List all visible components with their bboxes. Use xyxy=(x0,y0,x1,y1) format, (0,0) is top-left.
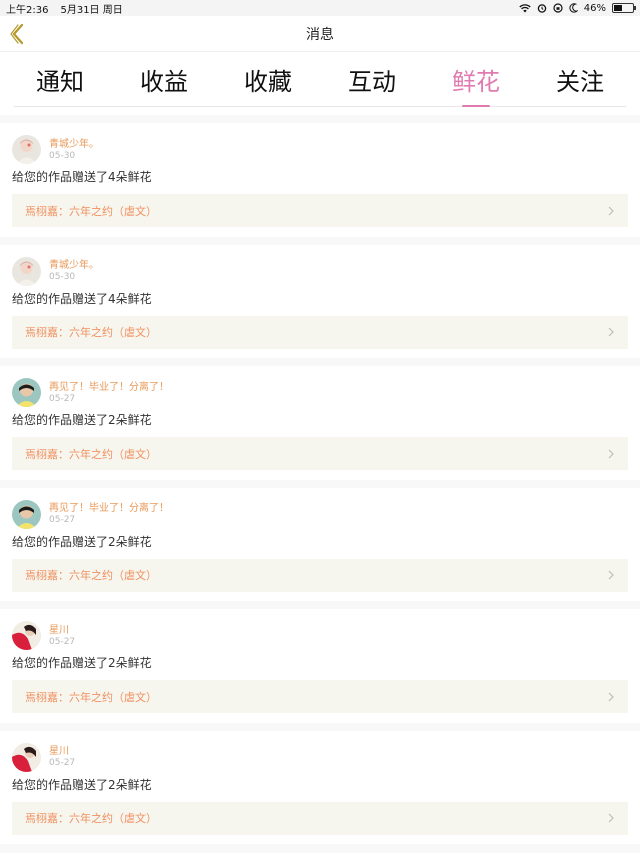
user-info: 星川 05-27 xyxy=(49,745,75,769)
alarm-icon xyxy=(537,4,547,13)
wifi-icon xyxy=(519,3,531,12)
user-info: 青城少年。 05-30 xyxy=(49,259,99,283)
user-name[interactable]: 再见了！毕业了！分离了！ xyxy=(49,502,169,515)
work-link[interactable]: 焉栩嘉：六年之约（虐文） xyxy=(12,194,628,227)
message-date: 05-30 xyxy=(49,272,76,282)
battery-icon xyxy=(612,3,636,13)
tab-following[interactable]: 关注 xyxy=(552,62,608,97)
page-title: 消息 xyxy=(306,26,334,43)
status-bar: 上午2:36 5月31日 周日 46% xyxy=(0,0,640,16)
card-header: 再见了！毕业了！分离了！ 05-27 xyxy=(12,378,628,407)
message-text: 给您的作品赠送了2朵鲜花 xyxy=(12,534,152,549)
user-info: 再见了！毕业了！分离了！ 05-27 xyxy=(49,502,169,526)
work-title: 焉栩嘉：六年之约（虐文） xyxy=(25,447,157,461)
status-date: 5月31日 周日 xyxy=(60,4,123,16)
message-text: 给您的作品赠送了2朵鲜花 xyxy=(12,413,152,427)
tab-notifications[interactable]: 通知 xyxy=(32,62,88,97)
user-info: 星川 05-27 xyxy=(49,624,75,648)
message-card: 再见了！毕业了！分离了！ 05-27 给您的作品赠送了2朵鲜花 焉栩嘉：六年之约… xyxy=(0,487,640,601)
message-text: 给您的作品赠送了2朵鲜花 xyxy=(12,656,152,670)
lock-rotation-icon xyxy=(553,3,563,13)
message-list: 青城少年。 05-30 给您的作品赠送了4朵鲜花 焉栩嘉：六年之约（虐文） 青城… xyxy=(0,115,640,844)
chevron-right-icon xyxy=(608,692,614,701)
work-title: 焉栩嘉：六年之约（虐文） xyxy=(25,569,157,582)
moon-icon xyxy=(569,3,578,13)
user-name[interactable]: 星川 xyxy=(49,745,75,758)
battery-percent: 46% xyxy=(583,2,606,14)
card-header: 青城少年。 05-30 xyxy=(12,135,628,164)
work-link[interactable]: 焉栩嘉：六年之约（虐文） xyxy=(12,437,628,470)
user-info: 青城少年。 05-30 xyxy=(49,138,99,162)
work-link[interactable]: 焉栩嘉：六年之约（虐文） xyxy=(12,315,628,349)
message-date: 05-27 xyxy=(49,636,76,647)
card-header: 星川 05-27 xyxy=(12,621,628,650)
user-name[interactable]: 青城少年。 xyxy=(49,138,99,151)
work-title: 焉栩嘉：六年之约（虐文） xyxy=(25,812,157,825)
card-header: 再见了！毕业了！分离了！ 05-27 xyxy=(12,499,628,529)
message-card: 青城少年。 05-30 给您的作品赠送了4朵鲜花 焉栩嘉：六年之约（虐文） xyxy=(0,244,640,358)
avatar[interactable] xyxy=(12,742,41,772)
work-link[interactable]: 焉栩嘉：六年之约（虐文） xyxy=(12,801,628,835)
tab-bar: 通知 收益 收藏 互动 鲜花 关注 xyxy=(0,52,640,106)
message-card: 再见了！毕业了！分离了！ 05-27 给您的作品赠送了2朵鲜花 焉栩嘉：六年之约… xyxy=(0,366,640,480)
tab-interactions[interactable]: 互动 xyxy=(344,62,400,97)
chevron-right-icon xyxy=(608,813,614,823)
work-link[interactable]: 焉栩嘉：六年之约（虐文） xyxy=(12,558,628,592)
avatar[interactable] xyxy=(12,499,41,529)
avatar[interactable] xyxy=(12,135,41,164)
avatar[interactable] xyxy=(12,621,41,650)
work-link[interactable]: 焉栩嘉：六年之约（虐文） xyxy=(12,680,628,713)
chevron-right-icon xyxy=(608,327,614,337)
work-title: 焉栩嘉：六年之约（虐文） xyxy=(25,204,157,218)
message-text: 给您的作品赠送了2朵鲜花 xyxy=(12,777,152,792)
tab-favorites[interactable]: 收藏 xyxy=(240,62,296,97)
tab-flowers[interactable]: 鲜花 xyxy=(448,62,504,97)
tab-earnings[interactable]: 收益 xyxy=(136,62,192,97)
card-header: 青城少年。 05-30 xyxy=(12,256,628,286)
status-time: 上午2:36 xyxy=(6,4,49,16)
message-date: 05-30 xyxy=(49,150,76,161)
message-card: 星川 05-27 给您的作品赠送了2朵鲜花 焉栩嘉：六年之约（虐文） xyxy=(0,609,640,723)
tab-bar-container: 通知 收益 收藏 互动 鲜花 关注 xyxy=(0,52,640,115)
message-text: 给您的作品赠送了4朵鲜花 xyxy=(12,291,152,306)
message-date: 05-27 xyxy=(49,393,76,404)
message-card: 星川 05-27 给您的作品赠送了2朵鲜花 焉栩嘉：六年之约（虐文） xyxy=(0,730,640,844)
work-title: 焉栩嘉：六年之约（虐文） xyxy=(25,690,157,704)
message-text: 给您的作品赠送了4朵鲜花 xyxy=(12,170,152,184)
message-date: 05-27 xyxy=(49,515,76,525)
work-title: 焉栩嘉：六年之约（虐文） xyxy=(25,326,157,339)
chevron-left-icon xyxy=(10,23,24,45)
nav-bar: 消息 xyxy=(0,16,640,52)
back-button[interactable] xyxy=(6,22,30,46)
user-name[interactable]: 星川 xyxy=(49,624,75,637)
user-info: 再见了！毕业了！分离了！ 05-27 xyxy=(49,381,169,405)
user-name[interactable]: 青城少年。 xyxy=(49,259,99,272)
chevron-right-icon xyxy=(608,206,614,215)
chevron-right-icon xyxy=(608,449,614,458)
avatar[interactable] xyxy=(12,256,41,286)
message-card: 青城少年。 05-30 给您的作品赠送了4朵鲜花 焉栩嘉：六年之约（虐文） xyxy=(0,123,640,237)
chevron-right-icon xyxy=(608,570,614,580)
avatar[interactable] xyxy=(12,378,41,407)
tab-divider xyxy=(14,106,626,107)
card-header: 星川 05-27 xyxy=(12,742,628,772)
message-date: 05-27 xyxy=(49,758,76,768)
user-name[interactable]: 再见了！毕业了！分离了！ xyxy=(49,381,169,394)
